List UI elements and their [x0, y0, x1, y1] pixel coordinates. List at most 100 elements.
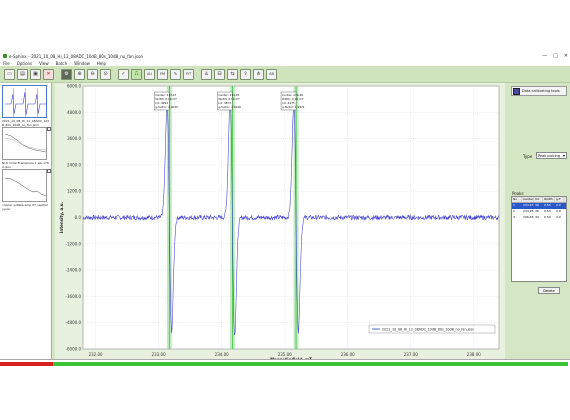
- compare-icon[interactable]: ⇆: [227, 68, 238, 80]
- y-tick-label: -3600.0: [66, 294, 82, 299]
- thumbnail-item[interactable]: Ni-tl CrO2 B-ampoule 1 sib-1700.json: [2, 127, 51, 169]
- status-indicator-error: [0, 362, 53, 366]
- close-icon[interactable]: ✕: [564, 53, 568, 59]
- y-tick-label: -1200.0: [66, 241, 82, 246]
- thumbnail-checkbox[interactable]: [47, 127, 51, 131]
- peak-label-text: g-factor: 2.0016: [218, 105, 241, 109]
- menu-help[interactable]: Help: [97, 61, 106, 66]
- table-cell: 3: [513, 215, 515, 219]
- y-tick-label: 6000.0: [67, 84, 81, 89]
- calibration-tools-label: Data calibrating tools: [522, 89, 560, 93]
- x-tick-label: 237.00: [404, 352, 418, 357]
- peak-icon[interactable]: ⎍: [131, 68, 142, 80]
- wave-icon[interactable]: ∿: [170, 68, 181, 80]
- table-row[interactable]: 3 236.46 43 0.50 2.0: [512, 215, 566, 221]
- x-tick-label: 234.00: [215, 352, 229, 357]
- thumbnail-image: [2, 127, 47, 160]
- peaks-table: No Center Int Width g-F 1 233.47 40 0.50 2.0 2 234…: [511, 196, 567, 282]
- window-title: e-Sphinx – 2021_10_08_Hi_12_08ADC_10dB_8…: [9, 53, 144, 59]
- zoom-in-icon[interactable]: ⊕: [74, 68, 85, 80]
- fit-icon[interactable]: FIT: [183, 68, 194, 80]
- spectrum-chart[interactable]: 6000.0 4800.0 3600.0 2400.0 1200.0 0.0 -1200.0…: [55, 83, 505, 362]
- x-tick-label: 236.00: [341, 352, 355, 357]
- table-cell: 0.50: [544, 215, 551, 219]
- type-label: Type: [523, 154, 533, 159]
- y-tick-label: 2400.0: [67, 162, 81, 167]
- mode-auto-icon[interactable]: AU: [144, 68, 155, 80]
- menu-file[interactable]: File: [3, 61, 10, 66]
- thumbnail-spectrum: [4, 177, 46, 197]
- delete-button-label: Delete: [543, 288, 555, 293]
- mode-filter-icon[interactable]: FM: [157, 68, 168, 80]
- open-icon[interactable]: ▤: [17, 68, 28, 80]
- peaks-column-header[interactable]: Width: [543, 197, 555, 202]
- right-panel: Data calibrating tools Type Peak picking…: [508, 83, 570, 362]
- delete-icon[interactable]: ✕: [43, 68, 54, 80]
- app-logo-icon: [3, 54, 7, 58]
- type-select[interactable]: Peak picking ▾: [536, 152, 567, 159]
- zoom-out-icon[interactable]: ⊖: [87, 68, 98, 80]
- y-axis-label: Intensity, a.u.: [59, 201, 64, 233]
- x-tick-label: 238.00: [467, 352, 481, 357]
- maximize-icon[interactable]: □: [553, 53, 558, 59]
- x-tick-label: 232.00: [89, 352, 103, 357]
- thumbnail-caption: copper sulfate-amp 07 capillary.json: [2, 203, 48, 211]
- gear-icon[interactable]: ⚙: [61, 68, 72, 80]
- thumbnail-panel: 2021_10_08_Hi_12_08ADC_10dB_80s_10dB_no_…: [0, 83, 52, 359]
- menu-window[interactable]: Window: [74, 61, 90, 66]
- menu-view[interactable]: View: [39, 61, 49, 66]
- y-tick-label: 1200.0: [67, 189, 81, 194]
- thumbnail-image: [2, 85, 47, 118]
- new-icon[interactable]: ▭: [4, 68, 15, 80]
- title-bar: e-Sphinx – 2021_10_08_Hi_12_08ADC_10dB_8…: [0, 52, 570, 60]
- peak-label-text: g-factor: 2.0030: [155, 105, 178, 109]
- thumbnail-caption: 2021_10_08_Hi_12_08ADC_10dB_80s_10dB_no_…: [2, 119, 50, 127]
- y-tick-label: -6000.0: [66, 347, 82, 352]
- lock-icon[interactable]: ⊟: [214, 68, 225, 80]
- peaks-column-header[interactable]: Center: [522, 197, 534, 202]
- y-tick-label: 0.0: [75, 215, 82, 220]
- peaks-table-body: 1 233.47 40 0.50 2.0 2 234.95 36 0.50 2.0 3 236.46 4…: [512, 203, 566, 221]
- type-select-value: Peak picking: [538, 153, 560, 158]
- ab-icon[interactable]: AB: [266, 68, 277, 80]
- minimize-icon[interactable]: —: [542, 53, 547, 59]
- table-cell: 236.46: [523, 215, 534, 219]
- thumbnail-checkbox[interactable]: [47, 169, 51, 173]
- peaks-column-header[interactable]: Int: [534, 197, 543, 202]
- x-tick-label: 233.00: [152, 352, 166, 357]
- toolbar: ▭ ▤ ▣ ✕ ⚙ ⊕ ⊖ ⊙ ✓ ⎍ AU FM ∿ FIT ♙ ⊟ ⇆ ⇪ ⋔ AB: [0, 66, 570, 83]
- progress-bar: [53, 362, 568, 366]
- thumbnail-spectrum: [4, 133, 46, 153]
- sample-icon[interactable]: ♙: [201, 68, 212, 80]
- align-icon[interactable]: ⋔: [253, 68, 264, 80]
- y-tick-label: -2400.0: [66, 268, 82, 273]
- thumbnail-item[interactable]: 2021_10_08_Hi_12_08ADC_10dB_80s_10dB_no_…: [2, 85, 50, 127]
- thumbnail-image: [2, 169, 47, 202]
- status-bar: [0, 359, 570, 366]
- export-icon[interactable]: ⇪: [240, 68, 251, 80]
- y-tick-label: 4800.0: [67, 110, 81, 115]
- calibration-icon: [513, 87, 520, 95]
- menu-batch[interactable]: Batch: [56, 61, 68, 66]
- peak-label-text: g-factor: 1.9971: [282, 105, 305, 109]
- save-icon[interactable]: ▣: [30, 68, 41, 80]
- chevron-down-icon: ▾: [562, 153, 565, 158]
- window-controls: — □ ✕: [542, 53, 568, 59]
- peaks-column-header[interactable]: g-F: [555, 197, 564, 202]
- app-window: e-Sphinx – 2021_10_08_Hi_12_08ADC_10dB_8…: [0, 52, 570, 366]
- calibration-tools-button[interactable]: Data calibrating tools: [511, 86, 567, 96]
- table-cell: 2.0: [556, 215, 561, 219]
- legend-label: 2021_10_08_Hi_12_08ADC_10dB_80s_10dB_no_…: [382, 328, 474, 332]
- check-icon[interactable]: ✓: [118, 68, 129, 80]
- zoom-fit-icon[interactable]: ⊙: [100, 68, 111, 80]
- thumbnail-caption: Ni-tl CrO2 B-ampoule 1 sib-1700.json: [2, 161, 49, 169]
- y-tick-label: 3600.0: [67, 136, 81, 141]
- menu-options[interactable]: Options: [17, 61, 32, 66]
- plot-area[interactable]: 6000.0 4800.0 3600.0 2400.0 1200.0 0.0 -1200.0…: [55, 83, 505, 362]
- thumbnail-item[interactable]: copper sulfate-amp 07 capillary.json: [2, 169, 51, 211]
- table-cell: 43: [535, 215, 539, 219]
- thumbnail-spectrum: [5, 88, 46, 117]
- peaks-column-header[interactable]: No: [512, 197, 522, 202]
- delete-button[interactable]: Delete: [538, 287, 560, 294]
- y-tick-label: -4800.0: [66, 320, 82, 325]
